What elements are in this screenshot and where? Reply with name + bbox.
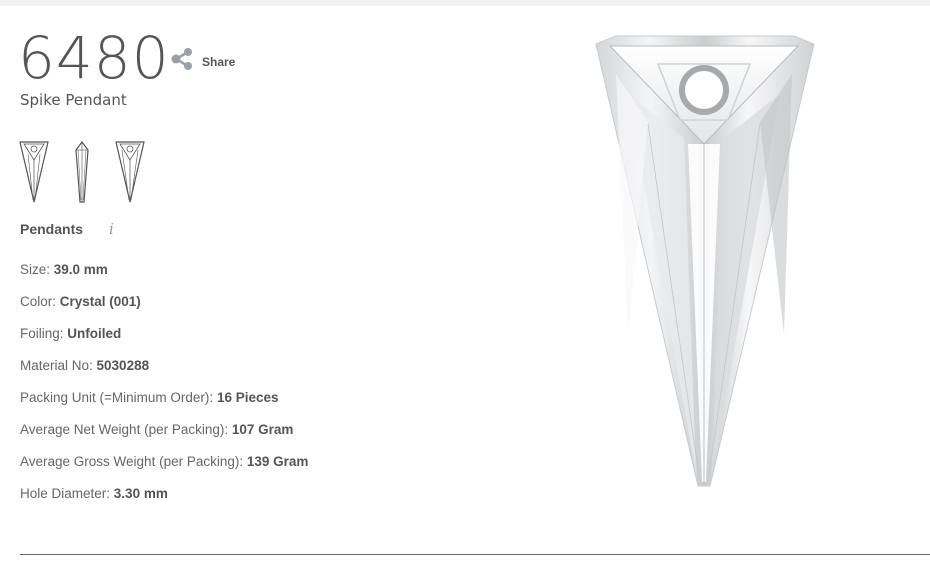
spec-hole-diameter: Hole Diameter: 3.30 mm bbox=[20, 486, 168, 501]
spec-color: Color: Crystal (001) bbox=[20, 294, 141, 309]
category-label: Pendants bbox=[20, 221, 84, 237]
spec-list: Size: 39.0 mm Color: Crystal (001) Foili… bbox=[20, 262, 308, 518]
spec-foiling: Foiling: Unfoiled bbox=[20, 326, 122, 341]
top-bar bbox=[0, 0, 930, 6]
category-row: Pendants i bbox=[20, 220, 114, 238]
share-icon bbox=[170, 48, 194, 75]
share-label: Share bbox=[202, 54, 236, 69]
thumbnail-back-view[interactable] bbox=[114, 140, 146, 204]
share-button[interactable]: Share bbox=[170, 48, 235, 75]
spec-gross-weight: Average Gross Weight (per Packing): 139 … bbox=[20, 454, 309, 469]
product-number: 6480 bbox=[18, 24, 170, 92]
thumbnail-side-view[interactable] bbox=[66, 140, 98, 204]
info-icon[interactable]: i bbox=[109, 220, 114, 238]
view-thumbnails bbox=[18, 140, 146, 204]
spec-net-weight: Average Net Weight (per Packing): 107 Gr… bbox=[20, 422, 294, 437]
thumbnail-front-view[interactable] bbox=[18, 140, 50, 204]
section-divider bbox=[20, 554, 930, 555]
product-image-spike-pendant bbox=[588, 34, 820, 490]
product-name: Spike Pendant bbox=[20, 91, 127, 109]
spec-size: Size: 39.0 mm bbox=[20, 262, 108, 277]
spec-material-no: Material No: 5030288 bbox=[20, 358, 150, 373]
spec-packing-unit: Packing Unit (=Minimum Order): 16 Pieces bbox=[20, 390, 279, 405]
